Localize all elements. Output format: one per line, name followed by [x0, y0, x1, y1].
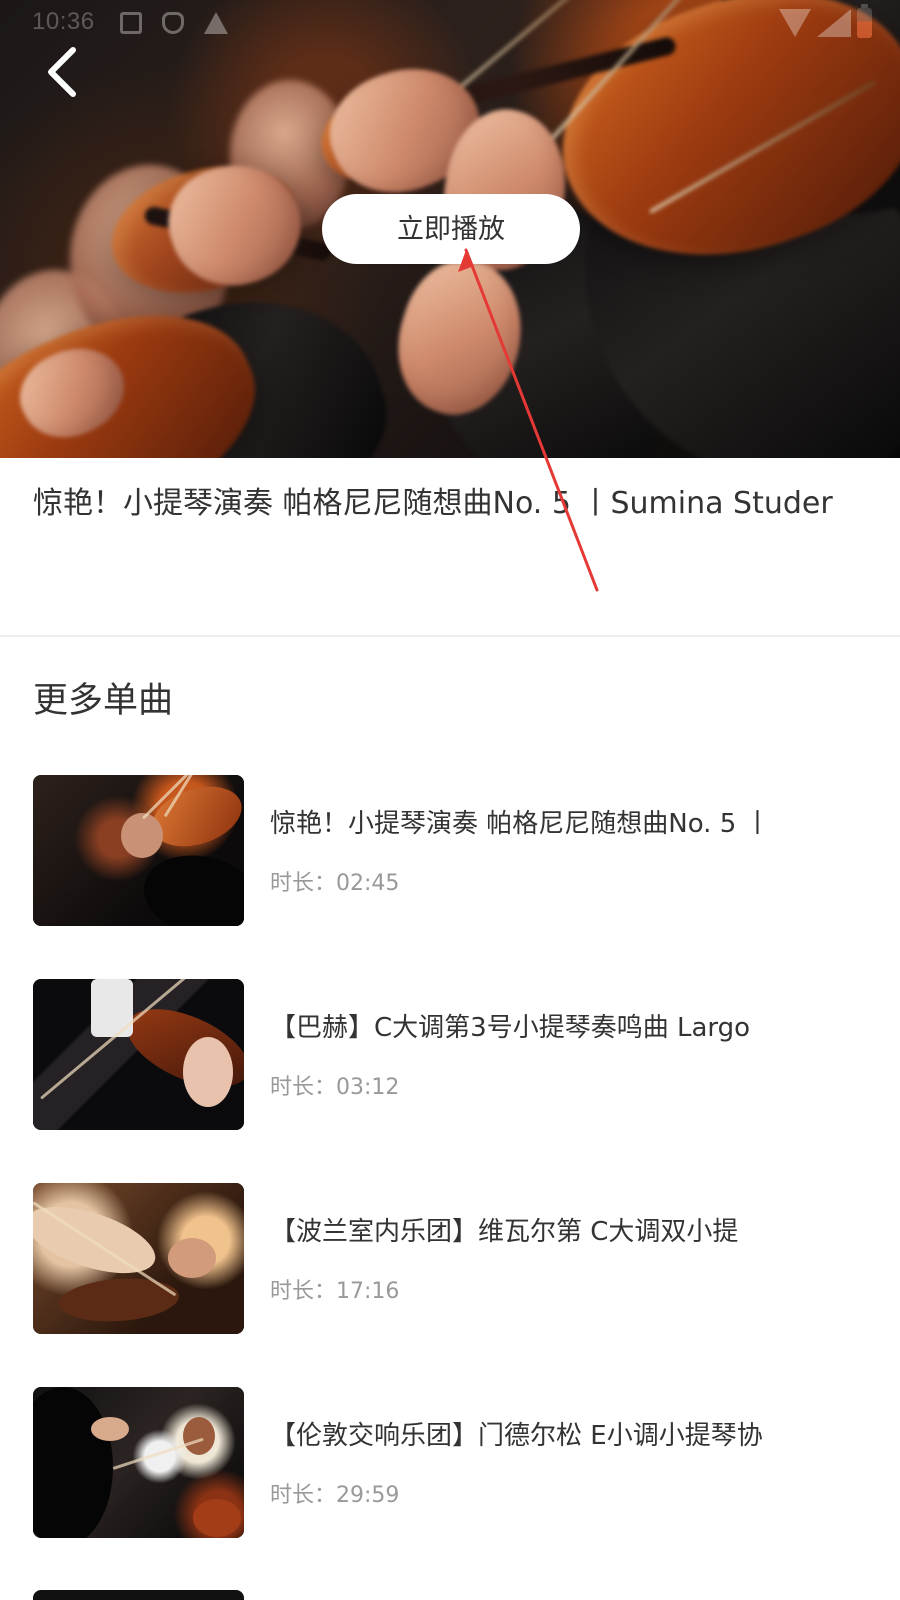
conductor-hand — [91, 1417, 129, 1441]
track-thumbnail — [33, 979, 244, 1130]
track-title: 【伦敦交响乐团】门德尔松 E小调小提琴协 — [270, 1421, 763, 1451]
battery-icon — [857, 4, 872, 38]
violin-thumbnail-image — [33, 775, 244, 926]
track-thumbnail — [33, 775, 244, 926]
hero-banner: 10:36 立即播放 — [0, 0, 900, 458]
track-duration: 时长：02:45 — [270, 871, 400, 896]
track-duration: 时长：03:12 — [270, 1075, 400, 1100]
track-thumbnail — [33, 1183, 244, 1334]
back-button[interactable] — [34, 40, 98, 104]
system-status-icons — [779, 4, 872, 38]
track-list-item[interactable]: 惊艳！小提琴演奏 帕格尼尼随想曲No. 5 丨 时长：02:45 — [0, 775, 900, 931]
chevron-left-icon — [48, 47, 76, 97]
music-detail-screen: 10:36 立即播放 惊艳！小提琴演奏 帕格尼尼随想曲No. 5 丨Sumina… — [0, 0, 900, 1600]
section-divider — [0, 635, 900, 637]
violinist-suit-thumbnail-image — [33, 979, 244, 1130]
current-track-title: 惊艳！小提琴演奏 帕格尼尼随想曲No. 5 丨Sumina Studer — [33, 486, 833, 521]
track-list-item[interactable]: 【波兰室内乐团】维瓦尔第 C大调双小提 时长：17:16 — [0, 1183, 900, 1339]
black-sleeve — [135, 843, 244, 926]
signal-icon — [817, 9, 851, 37]
play-now-button[interactable]: 立即播放 — [322, 194, 580, 264]
next-track-thumbnail-partial[interactable] — [33, 1590, 244, 1600]
conductor-silhouette — [33, 1387, 113, 1538]
more-tracks-list: 惊艳！小提琴演奏 帕格尼尼随想曲No. 5 丨 时长：02:45 【巴赫】C大调… — [0, 775, 900, 1600]
more-tracks-heading: 更多单曲 — [33, 681, 174, 721]
notification-icons — [120, 12, 228, 34]
baton — [112, 1437, 204, 1470]
musician-head — [183, 1417, 215, 1455]
track-title: 惊艳！小提琴演奏 帕格尼尼随想曲No. 5 丨 — [270, 809, 771, 839]
image-icon — [120, 12, 142, 34]
track-title: 【巴赫】C大调第3号小提琴奏鸣曲 Largo — [270, 1013, 751, 1043]
shield-icon — [162, 12, 184, 34]
wifi-icon — [779, 9, 811, 37]
violin-body — [193, 1499, 241, 1537]
warning-icon — [204, 12, 228, 34]
track-list-item[interactable]: 【伦敦交响乐团】门德尔松 E小调小提琴协 时长：29:59 — [0, 1387, 900, 1543]
status-bar: 10:36 — [0, 0, 900, 44]
warm-violin-thumbnail-image — [33, 1183, 244, 1334]
orchestra-thumbnail-image — [33, 1387, 244, 1538]
violinist-hand — [168, 1238, 216, 1278]
status-time: 10:36 — [32, 8, 95, 35]
track-duration: 时长：17:16 — [270, 1279, 400, 1304]
violin-body — [57, 1274, 181, 1326]
track-thumbnail — [33, 1387, 244, 1538]
violinist-hand — [121, 813, 163, 858]
track-list-item[interactable]: 【巴赫】C大调第3号小提琴奏鸣曲 Largo 时长：03:12 — [0, 979, 900, 1135]
track-title: 【波兰室内乐团】维瓦尔第 C大调双小提 — [270, 1217, 739, 1247]
violinist-hand — [183, 1037, 233, 1107]
track-duration: 时长：29:59 — [270, 1483, 400, 1508]
